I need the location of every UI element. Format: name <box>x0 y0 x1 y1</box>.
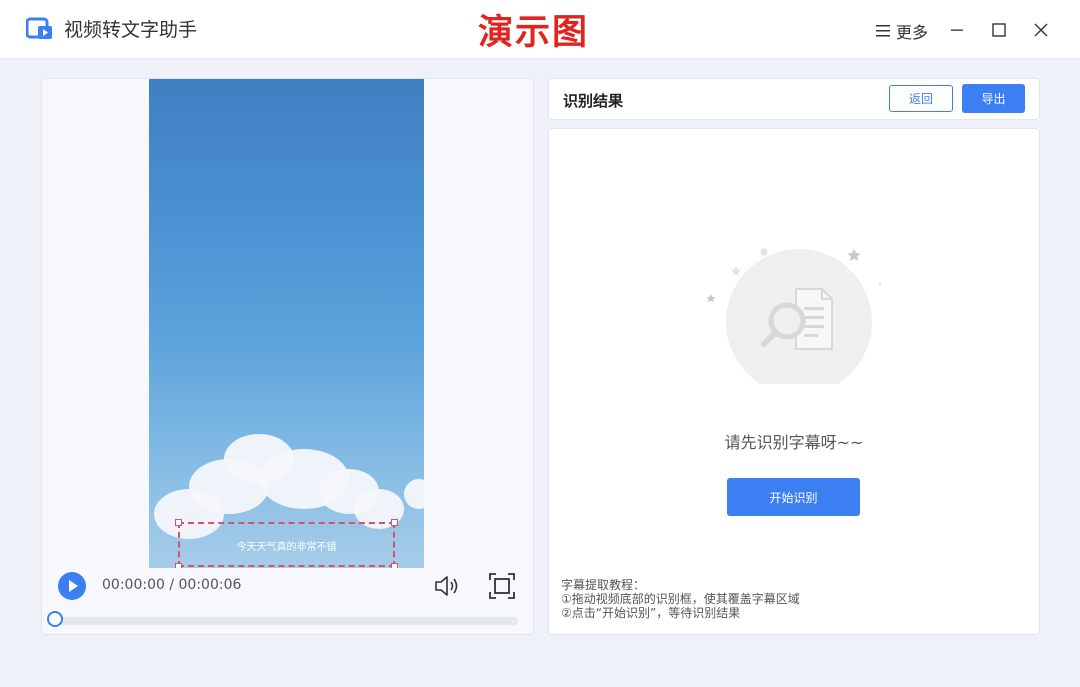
time-display: 00:00:00 / 00:00:06 <box>102 577 241 593</box>
result-body: 请先识别字幕呀~~ 开始识别 字幕提取教程： ①拖动视频底部的识别框，使其覆盖字… <box>548 128 1040 635</box>
menu-icon <box>876 25 890 37</box>
progress-bar[interactable] <box>54 617 518 625</box>
total-time: 00:00:06 <box>178 577 242 593</box>
minimize-icon[interactable] <box>945 18 969 42</box>
document-search-icon <box>706 248 882 384</box>
resize-handle[interactable] <box>175 519 182 526</box>
video-preview[interactable]: 今天天气真的非常不错 <box>149 79 424 568</box>
video-subtitle-text: 今天天气真的非常不错 <box>236 542 337 553</box>
export-button[interactable]: 导出 <box>962 84 1025 113</box>
demo-watermark: 演示图 <box>478 13 590 53</box>
result-title: 识别结果 <box>563 92 624 110</box>
subtitle-selection-box[interactable]: 今天天气真的非常不错 <box>175 519 398 568</box>
play-icon <box>69 580 78 592</box>
play-button[interactable] <box>58 572 86 600</box>
current-time: 00:00:00 <box>102 577 165 593</box>
back-button[interactable]: 返回 <box>889 85 953 112</box>
tutorial-heading: 字幕提取教程： <box>561 578 646 592</box>
tutorial-step-2: ②点击“开始识别”，等待识别结果 <box>561 606 741 620</box>
empty-state-message: 请先识别字幕呀~~ <box>724 433 864 452</box>
resize-handle[interactable] <box>175 563 182 568</box>
tutorial-step-1: ①拖动视频底部的识别框，使其覆盖字幕区域 <box>561 592 800 606</box>
volume-icon[interactable] <box>433 573 461 599</box>
app-title: 视频转文字助手 <box>64 19 198 41</box>
time-separator: / <box>164 577 179 593</box>
more-label: 更多 <box>896 23 929 42</box>
video-player-panel: 今天天气真的非常不错 00:00:00 / 00:00:06 <box>41 78 534 635</box>
resize-handle[interactable] <box>391 563 398 568</box>
fullscreen-icon[interactable] <box>489 573 515 599</box>
tutorial-text: 字幕提取教程： ①拖动视频底部的识别框，使其覆盖字幕区域 ②点击“开始识别”，等… <box>561 578 800 620</box>
app-logo-icon <box>26 17 52 39</box>
more-menu-button[interactable]: 更多 <box>876 20 928 42</box>
maximize-icon[interactable] <box>987 18 1011 42</box>
result-header: 识别结果 返回 导出 <box>548 78 1040 120</box>
title-bar: 视频转文字助手 演示图 更多 <box>0 0 1080 59</box>
resize-handle[interactable] <box>391 519 398 526</box>
cloud-shape <box>404 479 424 509</box>
close-icon[interactable] <box>1029 18 1053 42</box>
progress-handle[interactable] <box>47 611 63 627</box>
start-recognition-button[interactable]: 开始识别 <box>727 478 860 516</box>
